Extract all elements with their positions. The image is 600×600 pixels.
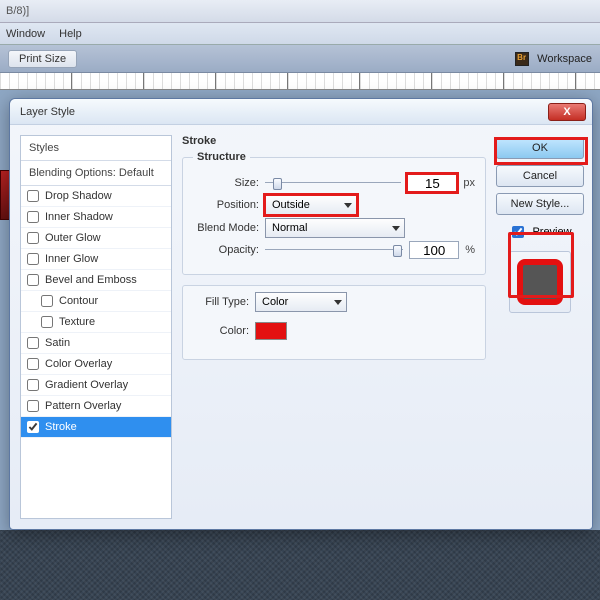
close-icon[interactable]: X xyxy=(548,103,586,121)
workspace-label[interactable]: Workspace xyxy=(537,53,592,65)
preview-checkbox[interactable] xyxy=(512,226,524,238)
styles-header[interactable]: Styles xyxy=(21,136,171,161)
print-size-button[interactable]: Print Size xyxy=(8,50,77,68)
options-toolbar: Print Size Workspace xyxy=(0,45,600,73)
style-label: Inner Glow xyxy=(45,253,98,265)
blending-options-header[interactable]: Blending Options: Default xyxy=(21,161,171,186)
style-checkbox[interactable] xyxy=(41,295,53,307)
style-label: Outer Glow xyxy=(45,232,101,244)
style-item-pattern-overlay[interactable]: Pattern Overlay xyxy=(21,396,171,417)
stroke-panel: Stroke Structure Size: px Position: Outs… xyxy=(176,135,492,519)
style-checkbox[interactable] xyxy=(27,232,39,244)
chevron-down-icon xyxy=(392,226,400,231)
blend-mode-label: Blend Mode: xyxy=(193,222,259,234)
style-checkbox[interactable] xyxy=(41,316,53,328)
chevron-down-icon xyxy=(344,203,352,208)
chevron-down-icon xyxy=(334,300,342,305)
opacity-label: Opacity: xyxy=(193,244,259,256)
app-title-fragment: B/8)] xyxy=(6,5,29,17)
style-checkbox[interactable] xyxy=(27,274,39,286)
fill-type-label: Fill Type: xyxy=(193,296,249,308)
style-label: Inner Shadow xyxy=(45,211,113,223)
style-item-inner-glow[interactable]: Inner Glow xyxy=(21,249,171,270)
style-item-contour[interactable]: Contour xyxy=(21,291,171,312)
color-swatch[interactable] xyxy=(255,322,287,340)
dialog-titlebar[interactable]: Layer Style X xyxy=(10,99,592,125)
opacity-unit: % xyxy=(465,244,475,256)
style-checkbox[interactable] xyxy=(27,337,39,349)
style-label: Gradient Overlay xyxy=(45,379,128,391)
style-checkbox[interactable] xyxy=(27,358,39,370)
color-label: Color: xyxy=(193,325,249,337)
style-label: Texture xyxy=(59,316,95,328)
style-checkbox[interactable] xyxy=(27,400,39,412)
style-checkbox[interactable] xyxy=(27,211,39,223)
fill-type-select[interactable]: Color xyxy=(255,292,347,312)
bridge-icon[interactable] xyxy=(515,52,529,66)
style-checkbox[interactable] xyxy=(27,379,39,391)
style-item-satin[interactable]: Satin xyxy=(21,333,171,354)
position-select[interactable]: Outside xyxy=(265,195,357,215)
styles-list: Styles Blending Options: Default Drop Sh… xyxy=(20,135,172,519)
style-label: Bevel and Emboss xyxy=(45,274,137,286)
style-checkbox[interactable] xyxy=(27,190,39,202)
style-label: Color Overlay xyxy=(45,358,112,370)
style-item-stroke[interactable]: Stroke xyxy=(21,417,171,438)
canvas-texture xyxy=(0,530,600,600)
preview-swatch xyxy=(517,259,563,305)
new-style-button[interactable]: New Style... xyxy=(496,193,584,215)
blend-mode-select[interactable]: Normal xyxy=(265,218,405,238)
size-slider[interactable] xyxy=(265,176,401,190)
preview-thumbnail xyxy=(509,251,571,313)
style-label: Satin xyxy=(45,337,70,349)
preview-toggle[interactable]: Preview xyxy=(496,223,584,241)
structure-legend: Structure xyxy=(193,151,250,163)
style-item-color-overlay[interactable]: Color Overlay xyxy=(21,354,171,375)
style-item-outer-glow[interactable]: Outer Glow xyxy=(21,228,171,249)
size-label: Size: xyxy=(193,177,259,189)
style-item-texture[interactable]: Texture xyxy=(21,312,171,333)
style-label: Contour xyxy=(59,295,98,307)
style-item-gradient-overlay[interactable]: Gradient Overlay xyxy=(21,375,171,396)
stroke-section-title: Stroke xyxy=(182,135,488,147)
menu-help[interactable]: Help xyxy=(59,28,82,40)
style-item-inner-shadow[interactable]: Inner Shadow xyxy=(21,207,171,228)
dialog-title: Layer Style xyxy=(20,106,75,118)
style-label: Stroke xyxy=(45,421,77,433)
horizontal-ruler xyxy=(0,73,600,90)
ok-button[interactable]: OK xyxy=(496,137,584,159)
dialog-buttons: OK Cancel New Style... Preview xyxy=(496,135,584,519)
structure-fieldset: Structure Size: px Position: Outside xyxy=(182,151,486,275)
menubar: Window Help xyxy=(0,23,600,45)
position-label: Position: xyxy=(193,199,259,211)
style-item-drop-shadow[interactable]: Drop Shadow xyxy=(21,186,171,207)
size-unit: px xyxy=(463,177,475,189)
layer-style-dialog: Layer Style X Styles Blending Options: D… xyxy=(9,98,593,530)
menu-window[interactable]: Window xyxy=(6,28,45,40)
style-label: Pattern Overlay xyxy=(45,400,121,412)
opacity-input[interactable] xyxy=(409,241,459,259)
style-item-bevel-and-emboss[interactable]: Bevel and Emboss xyxy=(21,270,171,291)
size-input[interactable] xyxy=(407,174,457,192)
app-titlebar: B/8)] xyxy=(0,0,600,23)
opacity-slider[interactable] xyxy=(265,243,403,257)
fill-fieldset: Fill Type: Color Color: xyxy=(182,285,486,360)
cancel-button[interactable]: Cancel xyxy=(496,165,584,187)
style-checkbox[interactable] xyxy=(27,421,39,433)
style-label: Drop Shadow xyxy=(45,190,112,202)
style-checkbox[interactable] xyxy=(27,253,39,265)
